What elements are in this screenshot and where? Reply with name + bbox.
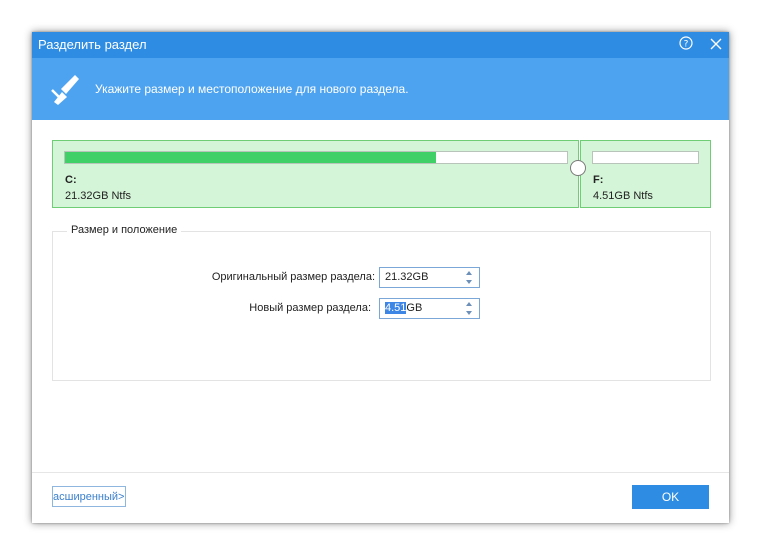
partition-c[interactable]: C: 21.32GB Ntfs bbox=[52, 140, 579, 208]
window-title: Разделить раздел bbox=[38, 37, 147, 52]
usage-bar bbox=[64, 151, 568, 164]
screen: Разделить раздел ? Укажите размер и мест… bbox=[0, 0, 761, 556]
split-partition-dialog: Разделить раздел ? Укажите размер и мест… bbox=[32, 32, 729, 523]
size-position-group: Размер и положение Оригинальный размер р… bbox=[52, 224, 711, 381]
header-instruction: Укажите размер и местоположение для ново… bbox=[95, 82, 409, 96]
advanced-button[interactable]: асширенный>> bbox=[52, 486, 126, 507]
partition-letter: C: bbox=[65, 174, 77, 186]
new-size-value[interactable]: 4.51GB bbox=[385, 302, 422, 314]
close-icon[interactable] bbox=[708, 36, 724, 52]
help-icon[interactable]: ? bbox=[679, 36, 693, 50]
new-size-spinbox[interactable]: 4.51GB bbox=[379, 298, 480, 319]
split-drag-handle[interactable] bbox=[570, 160, 586, 176]
partition-f[interactable]: F: 4.51GB Ntfs bbox=[580, 140, 711, 208]
original-size-spinbox[interactable]: 21.32GB bbox=[379, 267, 480, 288]
ok-button[interactable]: OK bbox=[632, 485, 709, 509]
spin-arrows-icon[interactable] bbox=[465, 270, 473, 285]
new-size-unit: GB bbox=[406, 302, 423, 314]
original-size-value: 21.32GB bbox=[385, 271, 429, 283]
title-bar: Разделить раздел ? bbox=[32, 32, 729, 58]
split-knife-icon bbox=[51, 75, 79, 105]
partition-info: 4.51GB Ntfs bbox=[593, 190, 653, 202]
svg-text:?: ? bbox=[684, 40, 689, 50]
group-title: Размер и положение bbox=[67, 224, 182, 236]
partition-info: 21.32GB Ntfs bbox=[65, 190, 132, 202]
usage-fill bbox=[65, 152, 437, 163]
new-size-selected-text: 4.51 bbox=[385, 302, 407, 314]
header-band: Укажите размер и местоположение для ново… bbox=[32, 58, 729, 120]
usage-bar bbox=[592, 151, 699, 164]
original-size-label: Оригинальный размер раздела: bbox=[211, 271, 375, 283]
spin-arrows-icon[interactable] bbox=[465, 301, 473, 316]
partition-letter: F: bbox=[593, 174, 604, 186]
new-size-label: Новый размер раздела: bbox=[249, 302, 371, 314]
footer-divider bbox=[32, 472, 729, 473]
partition-map: C: 21.32GB Ntfs F: 4.51GB Ntfs bbox=[52, 140, 711, 208]
